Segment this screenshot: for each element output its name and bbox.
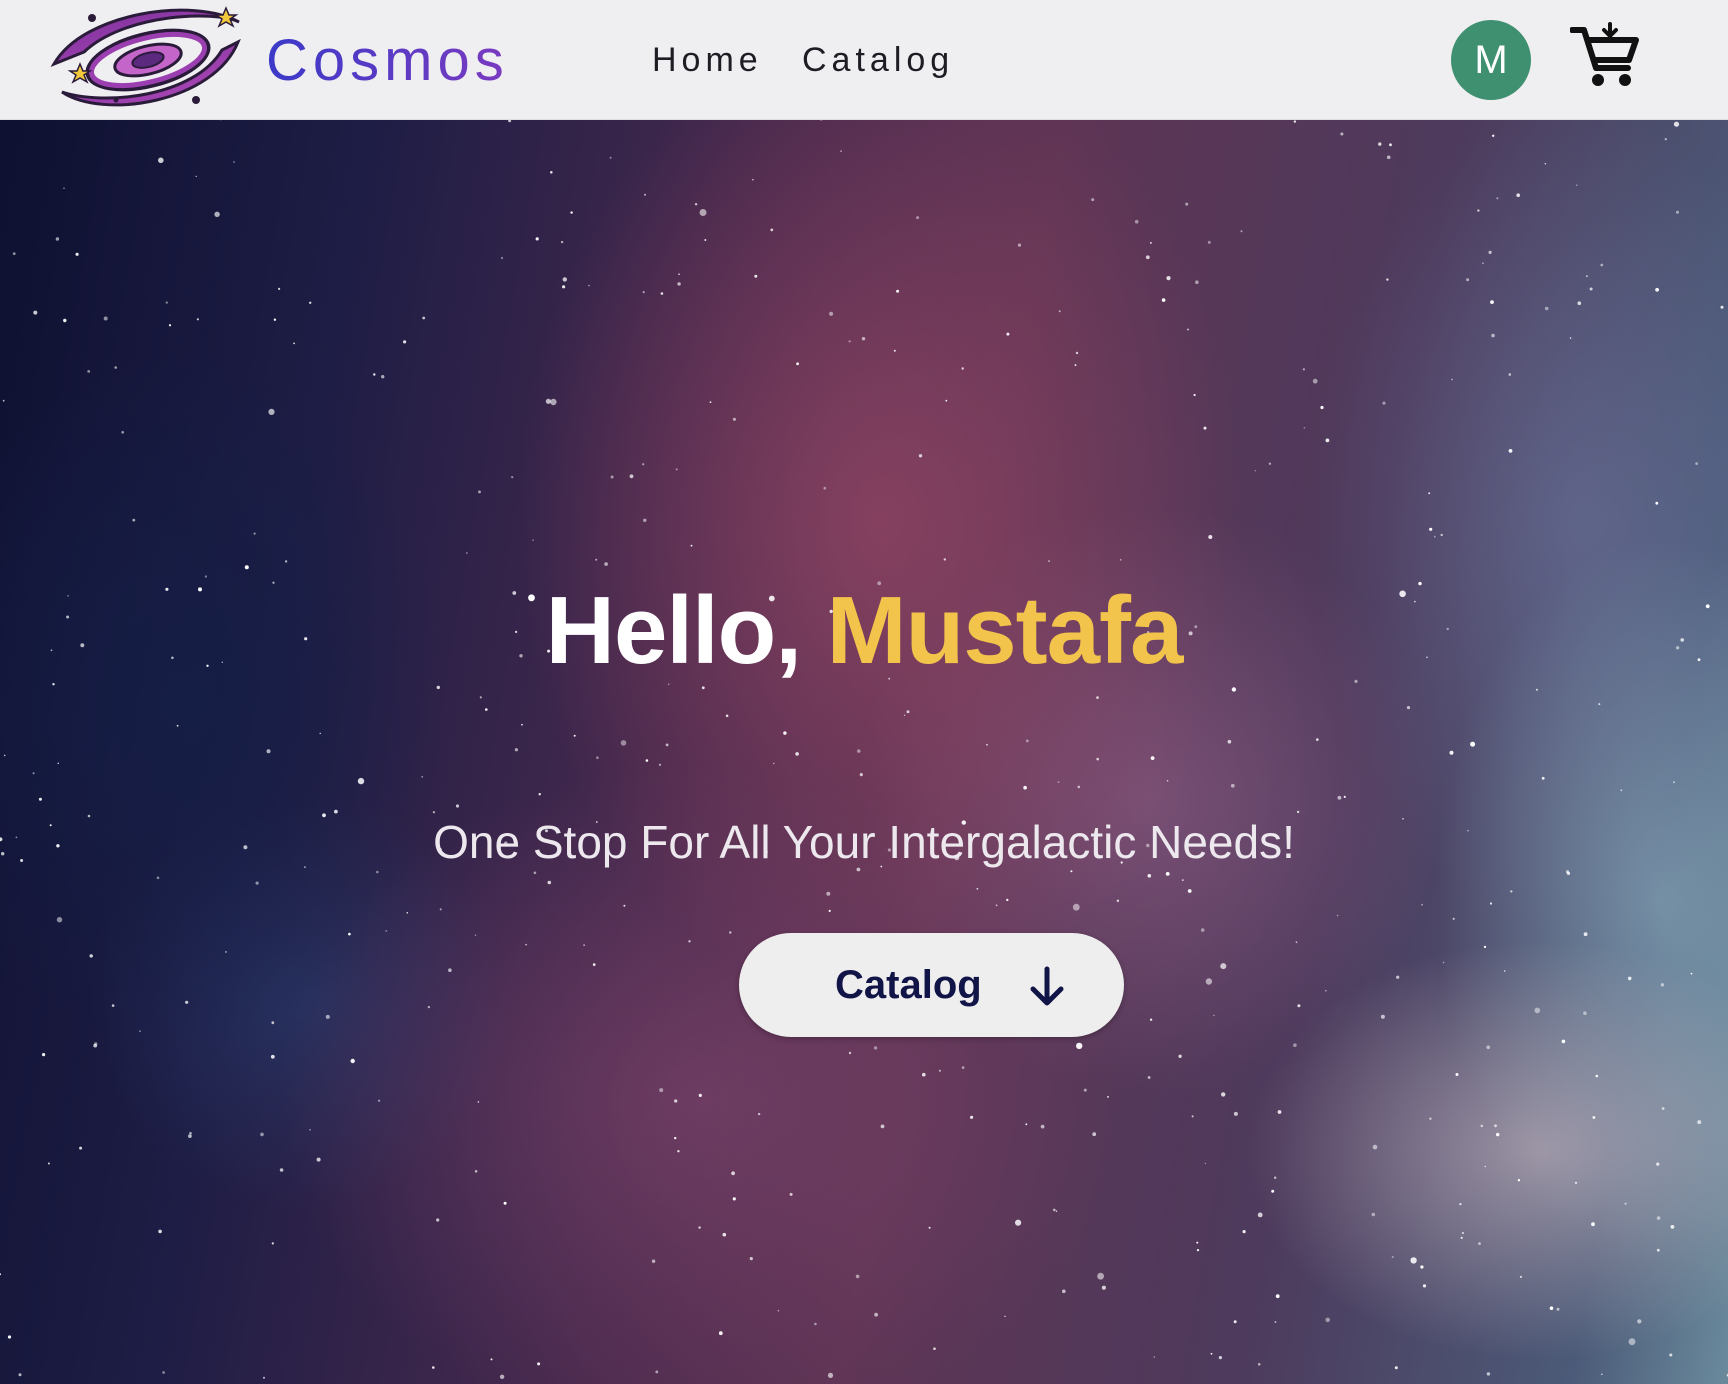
hero-tagline: One Stop For All Your Intergalactic Need… (433, 816, 1295, 868)
navbar: Cosmos Home Catalog M (0, 0, 1728, 120)
page: Cosmos Home Catalog M Hello, Mustafa One… (0, 0, 1728, 1384)
nav-link-home[interactable]: Home (652, 40, 763, 80)
arrow-down-icon (1030, 966, 1064, 1006)
galaxy-logo-icon[interactable] (44, 2, 248, 116)
nav-link-catalog[interactable]: Catalog (802, 40, 954, 80)
brand-name[interactable]: Cosmos (266, 28, 509, 94)
greeting-prefix: Hello, (545, 577, 802, 684)
greeting-user-name: Mustafa (826, 577, 1184, 684)
hero-greeting: Hello, Mustafa (0, 576, 1728, 686)
catalog-button[interactable]: Catalog (739, 933, 1124, 1037)
catalog-button-label: Catalog (835, 963, 982, 1007)
add-to-cart-icon[interactable] (1570, 22, 1640, 88)
user-avatar[interactable]: M (1451, 20, 1531, 100)
starfield (0, 0, 1728, 1380)
